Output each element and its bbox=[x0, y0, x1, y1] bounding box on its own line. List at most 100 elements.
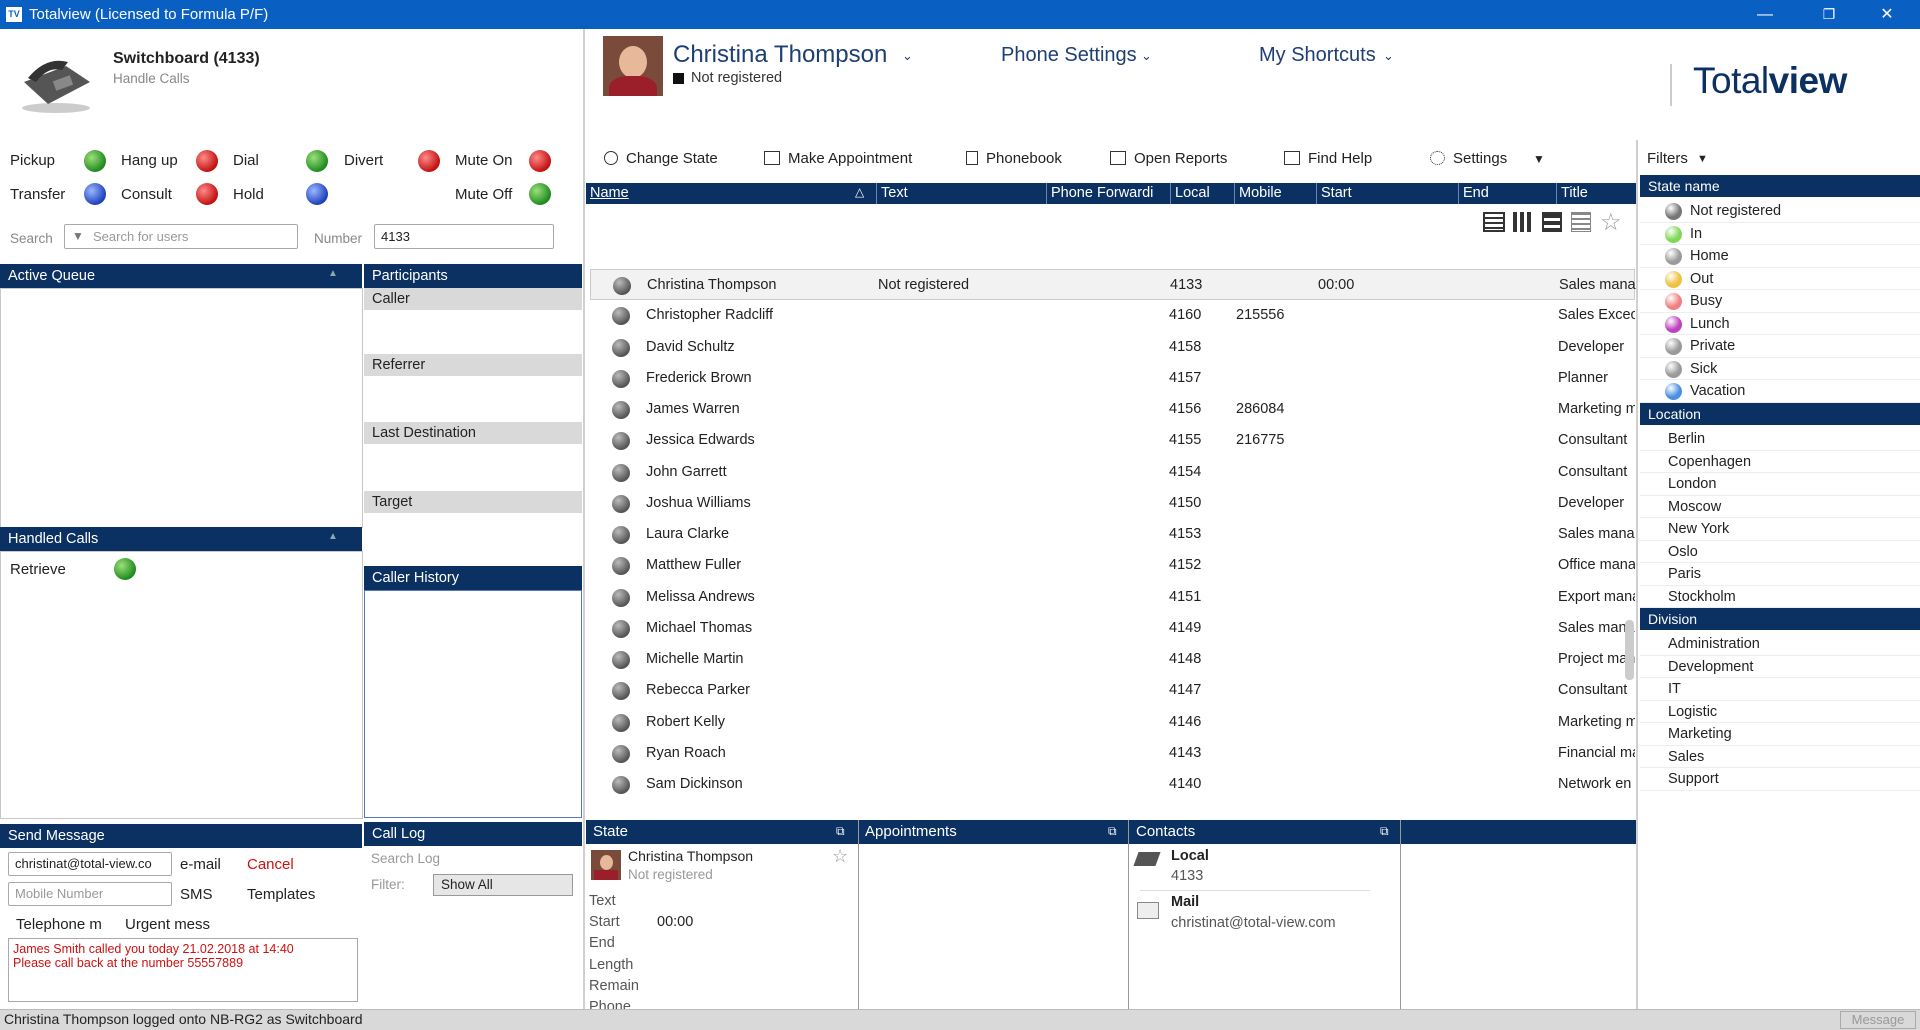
retrieve-label[interactable]: Retrieve bbox=[10, 561, 66, 578]
chevron-down-icon[interactable]: ⌄ bbox=[1141, 48, 1152, 64]
mute-on-icon[interactable] bbox=[529, 150, 551, 172]
collapse-icon[interactable]: ▲ bbox=[328, 268, 338, 279]
column-header-text[interactable]: Text bbox=[876, 183, 1046, 204]
card-view-icon[interactable] bbox=[1542, 212, 1562, 232]
state-filter-item[interactable]: Lunch bbox=[1640, 313, 1920, 335]
favorite-star-icon[interactable]: ☆ bbox=[832, 846, 848, 867]
change-state-button[interactable]: Change State bbox=[604, 150, 718, 167]
division-filter-item[interactable]: Support bbox=[1640, 768, 1920, 791]
dial-label[interactable]: Dial bbox=[233, 152, 259, 169]
number-input[interactable]: 4133 bbox=[374, 224, 554, 249]
division-filter-item[interactable]: Sales bbox=[1640, 746, 1920, 768]
table-row[interactable]: Sam Dickinson 4140 Network en bbox=[590, 769, 1635, 800]
location-filter-item[interactable]: Copenhagen bbox=[1640, 451, 1920, 473]
popout-icon[interactable]: ⧉ bbox=[1380, 824, 1389, 839]
divert-icon[interactable] bbox=[418, 150, 440, 172]
phonebook-button[interactable]: Phonebook bbox=[966, 150, 1062, 167]
state-filter-item[interactable]: Sick bbox=[1640, 358, 1920, 380]
division-filter-item[interactable]: Logistic bbox=[1640, 701, 1920, 723]
telephone-message-option[interactable]: Telephone m bbox=[16, 916, 102, 933]
chevron-down-icon[interactable]: ⌄ bbox=[1383, 48, 1394, 64]
collapse-icon[interactable]: ▲ bbox=[328, 531, 338, 542]
dropdown-arrow-icon[interactable]: ▼ bbox=[1533, 152, 1545, 166]
division-filter-item[interactable]: Administration bbox=[1640, 633, 1920, 656]
search-input[interactable]: Search for users bbox=[64, 224, 298, 249]
location-filter-item[interactable]: Oslo bbox=[1640, 541, 1920, 563]
transfer-label[interactable]: Transfer bbox=[10, 186, 65, 203]
state-filter-item[interactable]: Out bbox=[1640, 268, 1920, 290]
state-filter-item[interactable]: In bbox=[1640, 223, 1920, 245]
open-reports-button[interactable]: Open Reports bbox=[1110, 150, 1227, 167]
transfer-icon[interactable] bbox=[84, 183, 106, 205]
message-textarea[interactable]: James Smith called you today 21.02.2018 … bbox=[8, 938, 358, 1002]
hangup-icon[interactable] bbox=[196, 150, 218, 172]
table-row[interactable]: James Warren 4156 286084 Marketing m bbox=[590, 394, 1635, 425]
scrollbar[interactable] bbox=[1625, 620, 1634, 680]
cancel-button[interactable]: Cancel bbox=[247, 856, 294, 873]
chevron-down-icon[interactable]: ⌄ bbox=[902, 48, 913, 64]
table-row[interactable]: Jessica Edwards 4155 216775 Consultant bbox=[590, 425, 1635, 456]
hold-icon[interactable] bbox=[306, 183, 328, 205]
location-filter-item[interactable]: Paris bbox=[1640, 563, 1920, 586]
make-appointment-button[interactable]: Make Appointment bbox=[764, 150, 912, 167]
location-filter-item[interactable]: London bbox=[1640, 473, 1920, 496]
column-header-forwarding[interactable]: Phone Forwardi bbox=[1046, 183, 1170, 204]
handled-calls-header[interactable]: Handled Calls bbox=[0, 527, 362, 551]
table-row[interactable]: Ryan Roach 4143 Financial ma bbox=[590, 738, 1635, 769]
column-header-local[interactable]: Local bbox=[1170, 183, 1234, 204]
location-filter-item[interactable]: Berlin bbox=[1640, 428, 1920, 451]
table-row[interactable]: Christopher Radcliff 4160 215556 Sales Exce… bbox=[590, 300, 1635, 331]
mobile-input[interactable]: Mobile Number bbox=[8, 882, 172, 906]
table-row[interactable]: Rebecca Parker 4147 Consultant bbox=[590, 675, 1635, 706]
mute-off-icon[interactable] bbox=[529, 183, 551, 205]
list-view-icon[interactable] bbox=[1483, 212, 1505, 232]
table-row[interactable]: David Schultz 4158 Developer bbox=[590, 332, 1635, 363]
table-row[interactable]: Michelle Martin 4148 Project man bbox=[590, 644, 1635, 675]
phone-settings-menu[interactable]: Phone Settings bbox=[1001, 44, 1137, 67]
consult-icon[interactable] bbox=[196, 183, 218, 205]
hold-label[interactable]: Hold bbox=[233, 186, 264, 203]
table-row[interactable]: Matthew Fuller 4152 Office mana bbox=[590, 550, 1635, 581]
table-row[interactable]: Joshua Williams 4150 Developer bbox=[590, 488, 1635, 519]
pickup-label[interactable]: Pickup bbox=[10, 152, 55, 169]
settings-button[interactable]: Settings bbox=[1430, 150, 1507, 167]
search-log-input[interactable]: Search Log bbox=[371, 851, 440, 866]
participants-header[interactable]: Participants bbox=[364, 264, 582, 288]
filters-button[interactable]: Filters bbox=[1647, 150, 1688, 167]
table-row[interactable]: Frederick Brown 4157 Planner bbox=[590, 363, 1635, 394]
dial-icon[interactable] bbox=[306, 150, 328, 172]
column-header-title[interactable]: Title bbox=[1556, 183, 1636, 204]
favorite-star-icon[interactable]: ☆ bbox=[1600, 208, 1622, 237]
state-filter-item[interactable]: Private bbox=[1640, 335, 1920, 358]
pickup-icon[interactable] bbox=[84, 150, 106, 172]
division-filter-item[interactable]: Marketing bbox=[1640, 723, 1920, 746]
find-help-button[interactable]: Find Help bbox=[1284, 150, 1372, 167]
popout-icon[interactable]: ⧉ bbox=[1108, 824, 1117, 839]
local-value[interactable]: 4133 bbox=[1171, 868, 1203, 884]
table-row[interactable]: Christina Thompson Not registered 4133 00:0… bbox=[590, 269, 1636, 300]
my-shortcuts-menu[interactable]: My Shortcuts bbox=[1259, 44, 1376, 67]
table-row[interactable]: Robert Kelly 4146 Marketing m bbox=[590, 707, 1635, 738]
column-header-end[interactable]: End bbox=[1458, 183, 1556, 204]
mail-value[interactable]: christinat@total-view.com bbox=[1171, 915, 1336, 931]
dropdown-arrow-icon[interactable]: ▼ bbox=[1697, 153, 1708, 165]
division-filter-item[interactable]: Development bbox=[1640, 656, 1920, 678]
state-filter-item[interactable]: Home bbox=[1640, 245, 1920, 268]
table-row[interactable]: Melissa Andrews 4151 Export mana bbox=[590, 582, 1635, 613]
filter-select[interactable]: Show All bbox=[433, 874, 573, 896]
state-filter-item[interactable]: Not registered bbox=[1640, 200, 1920, 223]
restore-button[interactable]: ❐ bbox=[1808, 2, 1850, 27]
state-filter-item[interactable]: Vacation bbox=[1640, 380, 1920, 403]
sms-button[interactable]: SMS bbox=[180, 886, 213, 903]
location-filter-item[interactable]: Stockholm bbox=[1640, 586, 1920, 608]
user-name[interactable]: Christina Thompson bbox=[673, 41, 887, 69]
templates-button[interactable]: Templates bbox=[247, 886, 315, 903]
retrieve-icon[interactable] bbox=[114, 558, 136, 580]
location-filter-item[interactable]: New York bbox=[1640, 518, 1920, 541]
email-button[interactable]: e-mail bbox=[180, 856, 221, 873]
column-header-start[interactable]: Start bbox=[1316, 183, 1458, 204]
table-row[interactable]: John Garrett 4154 Consultant bbox=[590, 457, 1635, 488]
mute-off-label[interactable]: Mute Off bbox=[455, 186, 512, 203]
location-filter-item[interactable]: Moscow bbox=[1640, 496, 1920, 518]
email-input[interactable]: christinat@total-view.co bbox=[8, 852, 172, 876]
